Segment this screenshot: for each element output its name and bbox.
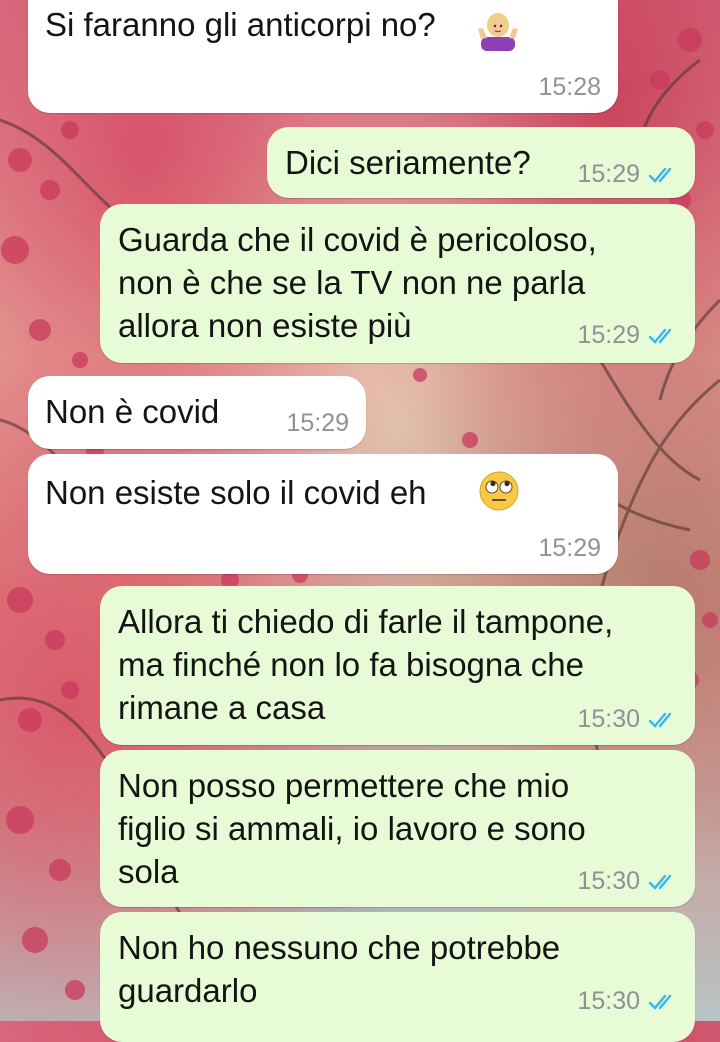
message-timestamp: 15:29: [577, 321, 640, 349]
message-text: Si faranno gli anticorpi no?: [45, 6, 436, 43]
double-check-read-icon: [648, 328, 672, 344]
double-check-read-icon: [648, 712, 672, 728]
message-meta: 15:30: [577, 867, 678, 896]
message-bubble-outgoing[interactable]: Non posso permettere che mio figlio si a…: [100, 750, 695, 907]
message-text: Non ho nessuno che potrebbe guardarlo: [118, 929, 561, 1009]
message-text: Non esiste solo il covid eh: [45, 474, 427, 511]
message-timestamp: 15:29: [577, 160, 640, 188]
face-with-rolling-eyes-emoji: [478, 470, 520, 517]
message-bubble-incoming[interactable]: Si faranno gli anticorpi no? 15:28: [28, 0, 618, 113]
message-text: Non è covid: [45, 393, 220, 430]
message-bubble-incoming[interactable]: Non esiste solo il covid eh 15:29: [28, 454, 618, 574]
message-meta: 15:30: [577, 705, 678, 734]
message-text: Allora ti chiedo di farle il tampone, ma…: [118, 603, 614, 726]
message-timestamp: 15:30: [577, 867, 640, 895]
message-timestamp: 15:29: [286, 409, 349, 437]
message-bubble-outgoing[interactable]: Non ho nessuno che potrebbe guardarlo 15…: [100, 912, 695, 1042]
message-text: Non posso permettere che mio figlio si a…: [118, 767, 586, 890]
double-check-read-icon: [648, 167, 672, 183]
message-timestamp: 15:29: [538, 534, 601, 562]
message-bubble-outgoing[interactable]: Dici seriamente? 15:29: [267, 127, 695, 198]
message-timestamp: 15:28: [538, 73, 601, 101]
message-bubble-outgoing[interactable]: Guarda che il covid è pericoloso, non è …: [100, 204, 695, 363]
message-timestamp: 15:30: [577, 987, 640, 1015]
person-shrugging-emoji: [478, 11, 518, 56]
message-meta: 15:30: [577, 987, 678, 1016]
message-text: Dici seriamente?: [285, 144, 531, 181]
message-bubble-outgoing[interactable]: Allora ti chiedo di farle il tampone, ma…: [100, 586, 695, 745]
message-meta: 15:29: [577, 321, 678, 350]
message-timestamp: 15:30: [577, 705, 640, 733]
double-check-read-icon: [648, 874, 672, 890]
message-text: Guarda che il covid è pericoloso, non è …: [118, 221, 597, 344]
message-bubble-incoming[interactable]: Non è covid 15:29: [28, 376, 366, 449]
message-meta: 15:29: [577, 160, 678, 189]
double-check-read-icon: [648, 994, 672, 1010]
